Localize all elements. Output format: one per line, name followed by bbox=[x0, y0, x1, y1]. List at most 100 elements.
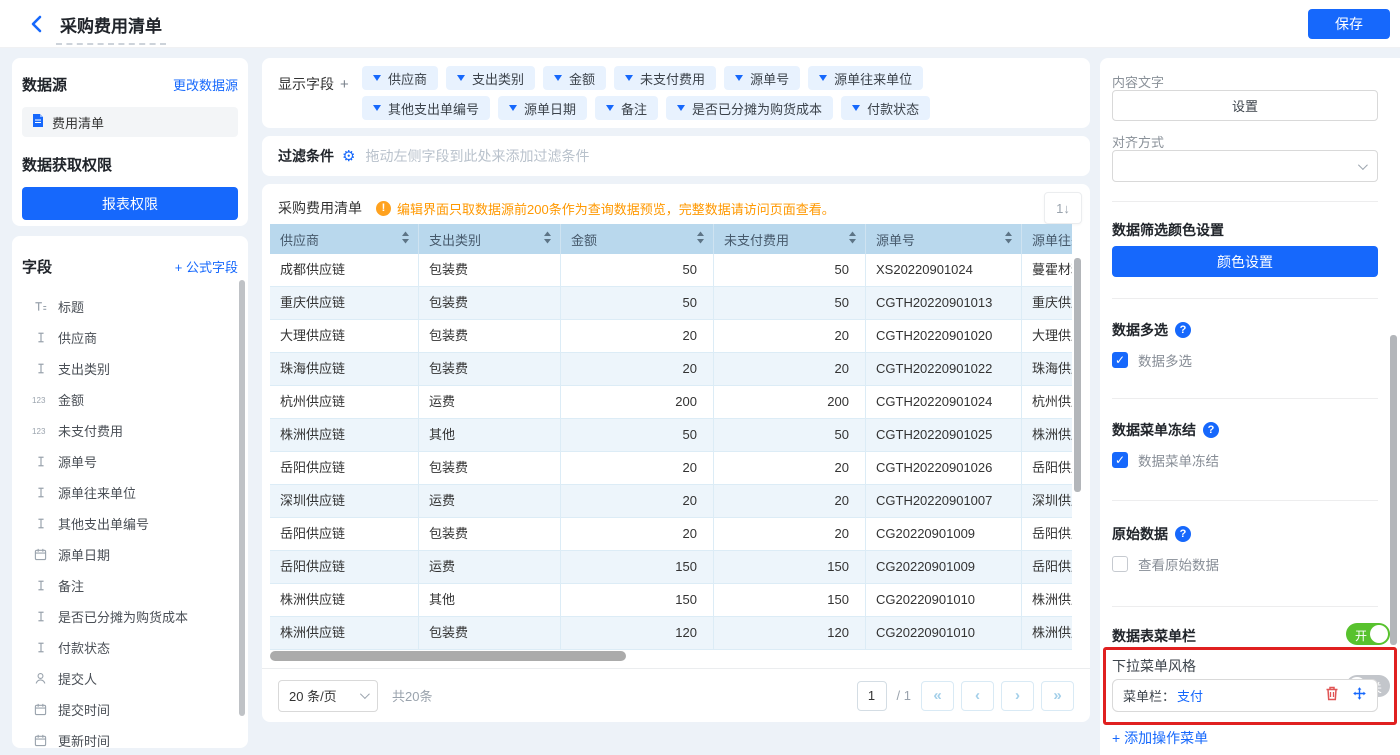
data-table: 供应商支出类别金额未支付费用源单号源单往来单位 成都供应链包装费5050XS20… bbox=[270, 224, 1072, 657]
field-item-label: 源单往来单位 bbox=[58, 483, 136, 502]
checkbox-checked[interactable]: ✓ bbox=[1112, 452, 1128, 468]
table-cell: XS20220901024 bbox=[865, 254, 1021, 286]
table-cell: CG20220901009 bbox=[865, 551, 1021, 583]
move-icon[interactable] bbox=[1352, 686, 1367, 706]
sort-arrows-icon[interactable] bbox=[543, 231, 552, 247]
first-page-icon[interactable]: « bbox=[921, 681, 954, 711]
help-icon[interactable]: ? bbox=[1175, 526, 1191, 542]
table-cell: CG20220901010 bbox=[865, 584, 1021, 616]
datasource-item[interactable]: 费用清单 bbox=[22, 107, 238, 137]
column-header[interactable]: 源单往来单位 bbox=[1021, 224, 1072, 254]
column-header[interactable]: 源单号 bbox=[865, 224, 1021, 254]
add-field-icon[interactable]: + bbox=[340, 76, 349, 93]
report-permission-button[interactable]: 报表权限 bbox=[22, 187, 238, 220]
field-item[interactable]: 123未支付费用 bbox=[22, 415, 238, 446]
table-horizontal-scrollbar[interactable] bbox=[270, 651, 626, 661]
checkbox-unchecked[interactable] bbox=[1112, 556, 1128, 572]
table-row[interactable]: 岳阳供应链包装费2020CG20220901009岳阳供应链 bbox=[270, 518, 1072, 551]
field-item[interactable]: 源单号 bbox=[22, 446, 238, 477]
field-item-label: 金额 bbox=[58, 390, 84, 409]
save-button[interactable]: 保存 bbox=[1308, 9, 1390, 39]
table-cell: 20 bbox=[560, 518, 713, 550]
help-icon[interactable]: ? bbox=[1175, 322, 1191, 338]
field-chip[interactable]: 备注 bbox=[595, 96, 658, 120]
content-text-settings-button[interactable]: 设置 bbox=[1112, 90, 1378, 121]
align-select[interactable] bbox=[1112, 150, 1378, 182]
table-cell: 运费 bbox=[418, 485, 560, 517]
field-chip[interactable]: 支出类别 bbox=[446, 66, 535, 90]
column-header[interactable]: 未支付费用 bbox=[713, 224, 865, 254]
field-item[interactable]: 提交人 bbox=[22, 663, 238, 694]
field-item[interactable]: 提交时间 bbox=[22, 694, 238, 725]
menu-bar-item-value[interactable]: 支付 bbox=[1177, 686, 1203, 705]
field-chip[interactable]: 供应商 bbox=[362, 66, 438, 90]
sort-arrows-icon[interactable] bbox=[696, 231, 705, 247]
table-row[interactable]: 重庆供应链包装费5050CGTH20220901013重庆供应链 bbox=[270, 287, 1072, 320]
table-row[interactable]: 株洲供应链包装费120120CG20220901010株洲供应链 bbox=[270, 617, 1072, 650]
table-row[interactable]: 株洲供应链其他5050CGTH20220901025株洲供应链 bbox=[270, 419, 1072, 452]
table-row[interactable]: 株洲供应链其他150150CG20220901010株洲供应链 bbox=[270, 584, 1072, 617]
table-cell: 包装费 bbox=[418, 518, 560, 550]
menu-freeze-checkbox-row[interactable]: ✓ 数据菜单冻结 bbox=[1112, 450, 1219, 470]
field-item[interactable]: 支出类别 bbox=[22, 353, 238, 384]
field-item[interactable]: 备注 bbox=[22, 570, 238, 601]
gear-icon[interactable]: ⚙ bbox=[342, 149, 355, 164]
panel-scrollbar[interactable] bbox=[1390, 335, 1397, 645]
sort-arrows-icon[interactable] bbox=[848, 231, 857, 247]
field-chip[interactable]: 其他支出单编号 bbox=[362, 96, 490, 120]
field-item[interactable]: 是否已分摊为购货成本 bbox=[22, 601, 238, 632]
table-menu-bar-toggle-on[interactable]: 开 bbox=[1346, 623, 1390, 645]
formula-field-link[interactable]: + 公式字段 bbox=[175, 257, 238, 276]
field-chip[interactable]: 金额 bbox=[543, 66, 606, 90]
back-icon[interactable] bbox=[26, 13, 48, 35]
current-page-box[interactable]: 1 bbox=[857, 681, 887, 711]
last-page-icon[interactable]: » bbox=[1041, 681, 1074, 711]
field-item[interactable]: 源单日期 bbox=[22, 539, 238, 570]
page-size-select[interactable]: 20 条/页 bbox=[278, 680, 378, 712]
field-item[interactable]: 其他支出单编号 bbox=[22, 508, 238, 539]
menu-bar-item[interactable]: 菜单栏： 支付 bbox=[1112, 679, 1378, 712]
text-icon bbox=[32, 331, 49, 344]
field-chip[interactable]: 源单号 bbox=[724, 66, 800, 90]
table-row[interactable]: 珠海供应链包装费2020CGTH20220901022珠海供应链 bbox=[270, 353, 1072, 386]
next-page-icon[interactable]: › bbox=[1001, 681, 1034, 711]
column-header[interactable]: 金额 bbox=[560, 224, 713, 254]
table-cell: CGTH20220901013 bbox=[865, 287, 1021, 319]
table-row[interactable]: 成都供应链包装费5050XS20220901024蔓霍材料 bbox=[270, 254, 1072, 287]
prev-page-icon[interactable]: ‹ bbox=[961, 681, 994, 711]
field-item[interactable]: 标题 bbox=[22, 291, 238, 322]
column-header[interactable]: 供应商 bbox=[270, 224, 418, 254]
sort-order-button[interactable]: 1↓ bbox=[1044, 192, 1082, 224]
raw-data-checkbox-row[interactable]: 查看原始数据 bbox=[1112, 554, 1219, 574]
field-chip[interactable]: 付款状态 bbox=[841, 96, 930, 120]
field-item[interactable]: 更新时间 bbox=[22, 725, 238, 748]
table-cell: 包装费 bbox=[418, 287, 560, 319]
field-chip[interactable]: 是否已分摊为购货成本 bbox=[666, 96, 833, 120]
color-settings-button[interactable]: 颜色设置 bbox=[1112, 246, 1378, 277]
divider bbox=[1112, 298, 1378, 299]
field-chip[interactable]: 源单往来单位 bbox=[808, 66, 923, 90]
table-row[interactable]: 深圳供应链运费2020CGTH20220901007深圳供应链 bbox=[270, 485, 1072, 518]
field-chip[interactable]: 未支付费用 bbox=[614, 66, 716, 90]
multi-select-checkbox-row[interactable]: ✓ 数据多选 bbox=[1112, 350, 1192, 370]
table-row[interactable]: 岳阳供应链运费150150CG20220901009岳阳供应链 bbox=[270, 551, 1072, 584]
field-item-label: 源单号 bbox=[58, 452, 97, 471]
sort-arrows-icon[interactable] bbox=[1004, 231, 1013, 247]
add-action-menu-link[interactable]: + 添加操作菜单 bbox=[1112, 728, 1208, 748]
sort-arrows-icon[interactable] bbox=[401, 231, 410, 247]
checkbox-checked[interactable]: ✓ bbox=[1112, 352, 1128, 368]
column-header[interactable]: 支出类别 bbox=[418, 224, 560, 254]
field-item[interactable]: 123金额 bbox=[22, 384, 238, 415]
help-icon[interactable]: ? bbox=[1203, 422, 1219, 438]
table-row[interactable]: 杭州供应链运费200200CGTH20220901024杭州供应链 bbox=[270, 386, 1072, 419]
trash-icon[interactable] bbox=[1325, 686, 1339, 706]
field-item[interactable]: 供应商 bbox=[22, 322, 238, 353]
table-row[interactable]: 岳阳供应链包装费2020CGTH20220901026岳阳供应链 bbox=[270, 452, 1072, 485]
fields-scrollbar[interactable] bbox=[239, 280, 245, 716]
change-datasource-link[interactable]: 更改数据源 bbox=[173, 75, 238, 94]
field-chip[interactable]: 源单日期 bbox=[498, 96, 587, 120]
table-vertical-scrollbar[interactable] bbox=[1074, 258, 1081, 492]
field-item[interactable]: 源单往来单位 bbox=[22, 477, 238, 508]
table-row[interactable]: 大理供应链包装费2020CGTH20220901020大理供应链 bbox=[270, 320, 1072, 353]
field-item[interactable]: 付款状态 bbox=[22, 632, 238, 663]
